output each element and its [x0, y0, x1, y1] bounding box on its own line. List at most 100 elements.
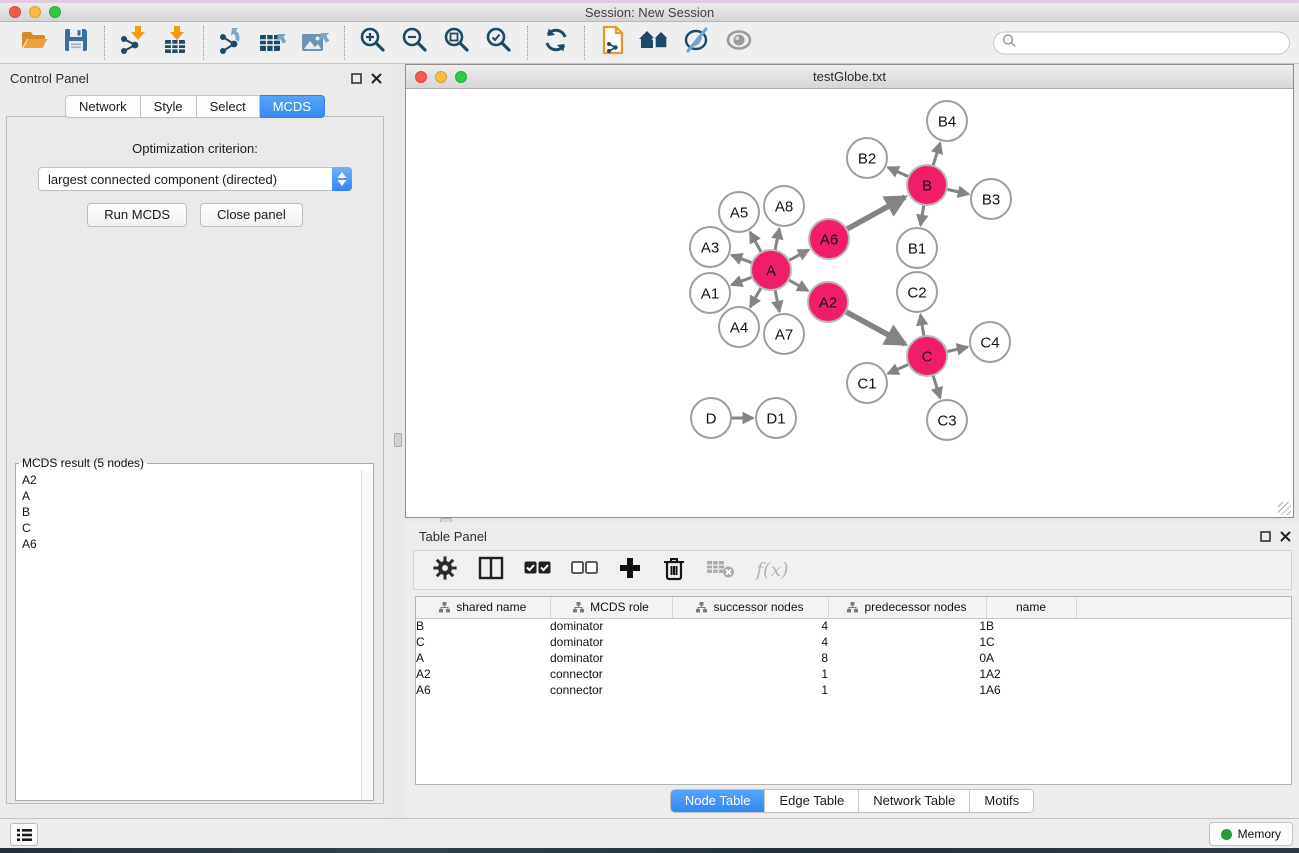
table-cell[interactable]: 1 [828, 682, 986, 698]
table-cell[interactable]: dominator [550, 650, 672, 666]
table-cell[interactable]: connector [550, 682, 672, 698]
graph-edge-A-A4[interactable] [750, 287, 761, 307]
graph-node-D1[interactable]: D1 [756, 398, 796, 438]
graph-node-A7[interactable]: A7 [764, 314, 804, 354]
import-table-button[interactable] [157, 25, 193, 61]
tab-edge-table[interactable]: Edge Table [764, 790, 858, 812]
search-input[interactable] [1017, 36, 1289, 50]
table-cell[interactable]: A6 [416, 682, 550, 698]
table-cell[interactable]: B [986, 618, 1076, 634]
tab-select[interactable]: Select [197, 95, 260, 118]
export-network-button[interactable] [214, 25, 250, 61]
zoom-fit-button[interactable] [439, 25, 475, 61]
zoom-window-button[interactable] [49, 6, 61, 18]
table-cell[interactable]: A2 [416, 666, 550, 682]
table-row[interactable]: A6connector11A6 [416, 682, 1291, 698]
table-cell[interactable]: 1 [828, 666, 986, 682]
table-cell[interactable]: 1 [828, 634, 986, 650]
graph-node-B4[interactable]: B4 [927, 101, 967, 141]
graph-node-A3[interactable]: A3 [690, 227, 730, 267]
table-cell[interactable]: 0 [828, 650, 986, 666]
table-row[interactable]: Bdominator41B [416, 618, 1291, 634]
graph-node-A4[interactable]: A4 [719, 307, 759, 347]
table-cell[interactable]: A2 [986, 666, 1076, 682]
graph-edge-A-A7[interactable] [775, 290, 779, 312]
column-header-shared-name[interactable]: shared name [416, 597, 550, 618]
select-all-button[interactable] [524, 561, 551, 579]
graph-node-B1[interactable]: B1 [897, 228, 937, 268]
open-session-button[interactable] [16, 25, 52, 61]
table-row[interactable]: Cdominator41C [416, 634, 1291, 650]
graph-edge-C-C2[interactable] [921, 315, 924, 337]
table-settings-button[interactable] [432, 555, 458, 586]
result-list-item[interactable]: A6 [17, 536, 361, 552]
search-box[interactable] [993, 31, 1290, 54]
refresh-button[interactable] [538, 25, 574, 61]
graph-node-B[interactable]: B [907, 165, 947, 205]
criterion-select[interactable]: largest connected component (directed) [38, 167, 352, 191]
run-mcds-button[interactable]: Run MCDS [87, 203, 187, 227]
resize-grip-icon[interactable] [1278, 502, 1291, 515]
result-list-item[interactable]: A2 [17, 472, 361, 488]
zoom-selected-button[interactable] [481, 25, 517, 61]
graph-node-C4[interactable]: C4 [970, 322, 1010, 362]
save-session-button[interactable] [58, 25, 94, 61]
graph-node-C1[interactable]: C1 [847, 363, 887, 403]
graph-edge-B-B2[interactable] [888, 167, 909, 176]
deselect-all-button[interactable] [571, 561, 598, 579]
minimize-network-button[interactable] [435, 71, 447, 83]
zoom-in-button[interactable] [355, 25, 391, 61]
home-view-button[interactable] [637, 25, 673, 61]
graph-node-A8[interactable]: A8 [764, 186, 804, 226]
column-header-predecessor-nodes[interactable]: predecessor nodes [828, 597, 986, 618]
splitter-handle-vertical[interactable] [394, 433, 402, 447]
column-header-mcds-role[interactable]: MCDS role [550, 597, 672, 618]
network-canvas[interactable]: AA1A2A3A4A5A6A7A8BB1B2B3B4CC1C2C3C4DD1 [406, 89, 1293, 517]
graph-edge-A-A6[interactable] [789, 250, 809, 261]
task-history-button[interactable] [10, 823, 38, 846]
graph-node-A6[interactable]: A6 [809, 219, 849, 259]
show-columns-button[interactable] [478, 556, 504, 585]
table-cell[interactable]: 4 [672, 618, 828, 634]
graphics-details-button[interactable] [721, 25, 757, 61]
tab-network[interactable]: Network [65, 95, 141, 118]
minimize-window-button[interactable] [29, 6, 41, 18]
graph-edge-B-B3[interactable] [947, 189, 969, 194]
float-panel-icon[interactable] [351, 71, 362, 89]
table-cell[interactable]: A [416, 650, 550, 666]
float-table-panel-icon[interactable] [1260, 529, 1271, 547]
graph-edge-C-C4[interactable] [947, 347, 968, 352]
graph-edge-C-C3[interactable] [933, 375, 940, 398]
table-cell[interactable]: connector [550, 666, 672, 682]
table-cell[interactable]: 8 [672, 650, 828, 666]
hide-labels-button[interactable] [679, 25, 715, 61]
close-network-button[interactable] [415, 71, 427, 83]
column-header-successor-nodes[interactable]: successor nodes [672, 597, 828, 618]
graph-node-D[interactable]: D [691, 398, 731, 438]
graph-edge-A-A2[interactable] [788, 280, 808, 291]
result-list-item[interactable]: A [17, 488, 361, 504]
export-image-button[interactable] [298, 25, 334, 61]
graph-edge-B-B1[interactable] [921, 205, 924, 226]
result-list-item[interactable]: B [17, 504, 361, 520]
table-cell[interactable]: A [986, 650, 1076, 666]
graph-edge-A-A3[interactable] [732, 255, 753, 263]
delete-table-button[interactable] [706, 557, 736, 584]
graph-edge-C-C1[interactable] [888, 364, 909, 373]
graph-edge-A2-C[interactable] [846, 312, 905, 344]
import-network-button[interactable] [115, 25, 151, 61]
tab-node-table[interactable]: Node Table [671, 790, 765, 812]
tab-motifs[interactable]: Motifs [969, 790, 1033, 812]
tab-mcds[interactable]: MCDS [260, 95, 325, 118]
result-list-item[interactable]: C [17, 520, 361, 536]
graph-node-A1[interactable]: A1 [690, 273, 730, 313]
function-builder-button[interactable]: f(x) [756, 559, 789, 581]
close-panel-icon[interactable] [371, 71, 382, 89]
table-cell[interactable]: 1 [672, 682, 828, 698]
close-table-panel-icon[interactable] [1280, 529, 1291, 547]
column-header-name[interactable]: name [986, 597, 1076, 618]
graph-node-C3[interactable]: C3 [927, 400, 967, 440]
mcds-result-list[interactable]: A2ABCA6 [17, 472, 361, 799]
network-window-titlebar[interactable]: testGlobe.txt [406, 65, 1293, 89]
graph-node-A[interactable]: A [751, 250, 791, 290]
